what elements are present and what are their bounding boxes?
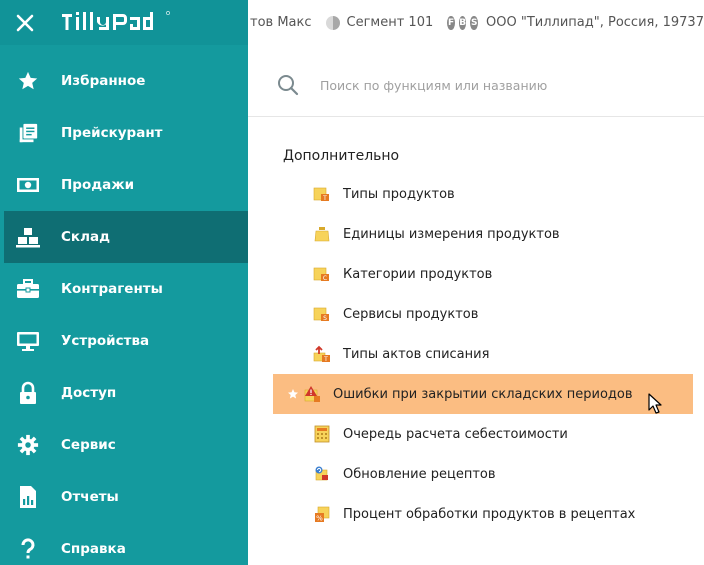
top-bar: тов Макс Сегмент 101 F B S ООО "Тиллипад…: [0, 0, 704, 45]
user-name[interactable]: тов Макс: [250, 15, 312, 30]
list-item-units[interactable]: Единицы измерения продуктов: [273, 214, 693, 254]
period-error-icon: [304, 386, 320, 402]
sidebar-item-access[interactable]: Доступ: [0, 367, 248, 419]
list-item-label: Типы актов списания: [343, 346, 490, 362]
list-item-write-off-types[interactable]: T Типы актов списания: [273, 334, 693, 374]
svg-text:S: S: [323, 315, 327, 322]
list-item-label: Типы продуктов: [343, 186, 455, 202]
recipe-percent-icon: %: [315, 506, 330, 523]
list-item-label: Очередь расчета себестоимости: [343, 426, 568, 442]
header-info: тов Макс Сегмент 101 F B S ООО "Тиллипад…: [248, 0, 704, 45]
report-icon: [16, 485, 40, 509]
search-bar: [248, 62, 704, 108]
warehouse-icon: [16, 225, 40, 249]
sidebar-item-counterparties[interactable]: Контрагенты: [0, 263, 248, 315]
recipe-update-icon: [315, 466, 328, 481]
sidebar-item-label: Продажи: [61, 177, 135, 193]
sidebar-item-label: Справка: [61, 541, 126, 557]
monitor-icon: [16, 329, 40, 353]
sidebar-item-label: Контрагенты: [61, 281, 163, 297]
list-item-categories[interactable]: C Категории продуктов: [273, 254, 693, 294]
sidebar-item-help[interactable]: Справка: [0, 523, 248, 565]
list-item-cost-queue[interactable]: Очередь расчета себестоимости: [273, 414, 693, 454]
svg-text:T: T: [322, 195, 327, 202]
sidebar-item-devices[interactable]: Устройства: [0, 315, 248, 367]
search-divider: [248, 116, 704, 117]
banknote-icon: [16, 173, 40, 197]
list-item-label: Сервисы продуктов: [343, 306, 479, 322]
list-item-period-errors[interactable]: Ошибки при закрытии складских периодов: [273, 374, 693, 414]
lock-icon: [16, 381, 40, 405]
search-input[interactable]: [320, 77, 660, 93]
star-icon: [16, 69, 40, 93]
list-item-recipe-percent[interactable]: % Процент обработки продуктов в рецептах: [273, 494, 693, 534]
weight-icon: [314, 227, 330, 242]
section-title: Дополнительно: [283, 148, 400, 164]
tillypad-logo: [62, 11, 170, 30]
list-item-label: Ошибки при закрытии складских периодов: [333, 386, 633, 402]
svg-text:%: %: [316, 515, 323, 523]
calculator-icon: [314, 425, 330, 443]
sidebar: Избранное Прейскурант Продажи Склад Конт…: [0, 45, 248, 565]
help-icon: [16, 537, 40, 561]
mouse-cursor-icon: [648, 393, 662, 414]
price-list-icon: [16, 121, 40, 145]
sidebar-item-label: Избранное: [61, 73, 146, 89]
favorite-star-icon[interactable]: [283, 388, 303, 400]
badge-b[interactable]: B: [458, 15, 467, 30]
folder-service-icon: S: [313, 307, 329, 322]
folder-product-type-icon: T: [313, 187, 329, 202]
svg-text:T: T: [323, 356, 328, 363]
list-item-label: Процент обработки продуктов в рецептах: [343, 506, 636, 522]
sidebar-item-reports[interactable]: Отчеты: [0, 471, 248, 523]
sidebar-item-label: Доступ: [61, 385, 117, 401]
close-menu-button[interactable]: [10, 8, 40, 38]
search-icon[interactable]: [276, 73, 300, 97]
sidebar-item-warehouse[interactable]: Склад: [4, 211, 248, 263]
sidebar-item-service[interactable]: Сервис: [0, 419, 248, 471]
sidebar-item-label: Сервис: [61, 437, 116, 453]
list-item-services[interactable]: S Сервисы продуктов: [273, 294, 693, 334]
list-item-product-types[interactable]: T Типы продуктов: [273, 174, 693, 214]
sidebar-item-favorites[interactable]: Избранное: [0, 55, 248, 107]
list-item-recipe-update[interactable]: Обновление рецептов: [273, 454, 693, 494]
svg-text:C: C: [323, 275, 327, 282]
sidebar-item-label: Отчеты: [61, 489, 119, 505]
segment-selector[interactable]: Сегмент 101: [325, 15, 434, 30]
organization-label[interactable]: ООО "Тиллипад", Россия, 19737: [486, 15, 704, 30]
sidebar-header: [0, 0, 248, 45]
briefcase-icon: [16, 277, 40, 301]
list-item-label: Обновление рецептов: [343, 466, 496, 482]
sidebar-item-price-list[interactable]: Прейскурант: [0, 107, 248, 159]
sidebar-item-sales[interactable]: Продажи: [0, 159, 248, 211]
folder-category-icon: C: [313, 267, 329, 282]
sidebar-item-label: Прейскурант: [61, 125, 163, 141]
badge-f[interactable]: F: [447, 15, 455, 30]
segment-label: Сегмент 101: [346, 15, 434, 30]
badge-s[interactable]: S: [470, 15, 479, 30]
gear-icon: [16, 433, 40, 457]
sidebar-item-label: Склад: [61, 229, 110, 245]
close-icon: [16, 14, 34, 32]
write-off-icon: T: [313, 345, 330, 363]
segment-pie-icon: [325, 15, 340, 30]
sidebar-item-label: Устройства: [61, 333, 150, 349]
list-item-label: Категории продуктов: [343, 266, 493, 282]
list-item-label: Единицы измерения продуктов: [343, 226, 560, 242]
